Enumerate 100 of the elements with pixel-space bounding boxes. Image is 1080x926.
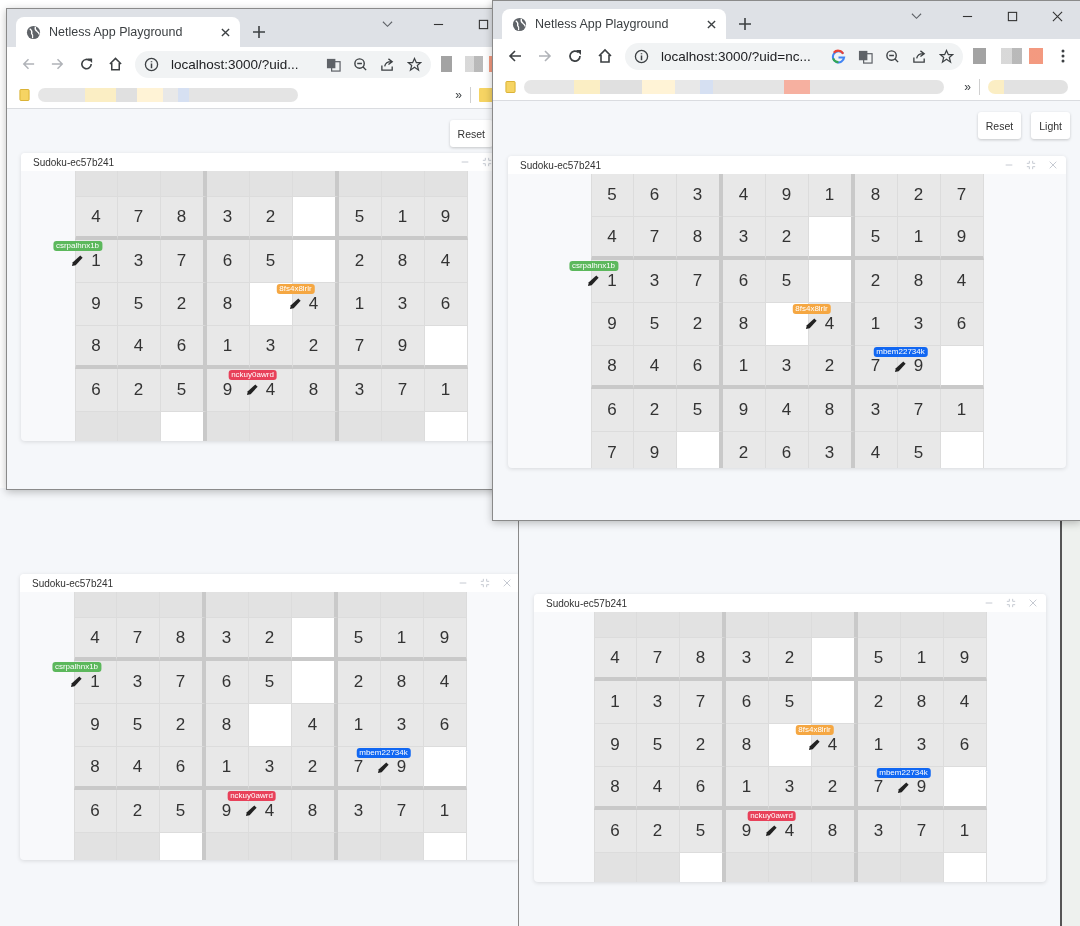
sudoku-cell[interactable]: 3 <box>249 326 293 369</box>
sudoku-cell[interactable]: 7 <box>900 810 944 853</box>
sudoku-cell[interactable]: 3 <box>722 217 766 260</box>
sudoku-cell[interactable]: 6 <box>73 790 117 833</box>
sudoku-cell[interactable]: 2 <box>633 389 677 432</box>
sudoku-cell[interactable]: 6 <box>159 747 206 790</box>
sudoku-cell[interactable]: 3 <box>205 618 249 661</box>
sudoku-cell[interactable]: 2 <box>676 303 723 346</box>
sudoku-cell[interactable]: 8 <box>206 283 250 326</box>
sudoku-cell[interactable]: 6 <box>725 681 769 724</box>
sudoku-cell[interactable]: 8 <box>593 767 637 810</box>
sudoku-cell[interactable]: 6 <box>940 303 984 346</box>
sudoku-cell[interactable]: 3 <box>900 724 944 767</box>
sudoku-cell[interactable]: 5 <box>337 618 381 661</box>
sudoku-cell[interactable]: 7 <box>636 638 680 681</box>
sudoku-cell[interactable]: 3 <box>116 661 160 704</box>
sudoku-cell[interactable]: 2 <box>768 638 812 681</box>
sudoku-cell[interactable]: 5 <box>857 638 901 681</box>
sudoku-cell[interactable]: 4 <box>117 326 161 369</box>
sudoku-cell[interactable]: 1 <box>338 283 382 326</box>
sudoku-cell[interactable]: 4 <box>424 240 468 283</box>
sudoku-cell[interactable]: 5 <box>768 681 812 724</box>
sudoku-cell[interactable]: 1 <box>380 618 424 661</box>
sudoku-cell[interactable]: 7 <box>160 240 207 283</box>
sudoku-cell[interactable]: 6 <box>205 661 249 704</box>
more-bookmarks-button[interactable]: » <box>455 87 462 102</box>
sudoku-cell[interactable]: 1 <box>593 681 637 724</box>
sudoku-cell[interactable]: 1 <box>381 197 425 240</box>
sudoku-cell[interactable]: 4 <box>854 432 898 468</box>
sudoku-cell[interactable]: 9 <box>381 326 425 369</box>
sudoku-cell[interactable]: 2 <box>636 810 680 853</box>
sudoku-cell[interactable]: 4 <box>722 174 766 217</box>
sudoku-cell[interactable]: 3 <box>854 389 898 432</box>
sudoku-cell[interactable]: 6 <box>722 260 766 303</box>
sudoku-cell[interactable]: 3 <box>808 432 855 468</box>
sudoku-cell[interactable]: 5 <box>676 389 723 432</box>
sudoku-cell[interactable]: 5 <box>636 724 680 767</box>
toolbar-button[interactable]: Reset <box>977 112 1022 139</box>
sudoku-cell[interactable]: 2 <box>291 747 338 790</box>
sudoku-cell[interactable]: 9 <box>940 217 984 260</box>
browser-tab[interactable]: Netless App Playground <box>502 9 726 39</box>
sudoku-cell[interactable]: 8 <box>854 174 898 217</box>
sudoku-cell[interactable]: 8 <box>722 303 766 346</box>
sudoku-cell[interactable]: 8 <box>292 369 339 412</box>
sudoku-cell[interactable]: 1 <box>943 810 987 853</box>
sudoku-cell[interactable]: 4 <box>633 346 677 389</box>
sudoku-cell[interactable]: 5 <box>117 283 161 326</box>
sudoku-cell[interactable]: 3 <box>676 174 723 217</box>
sudoku-cell[interactable]: 8 <box>808 389 855 432</box>
sudoku-cell[interactable]: 4 <box>943 681 987 724</box>
sudoku-cell[interactable]: 4 <box>291 704 338 747</box>
sudoku-cell[interactable]: 1 <box>205 747 249 790</box>
sudoku-cell[interactable]: 7 <box>338 326 382 369</box>
sudoku-cell[interactable]: 2 <box>897 174 941 217</box>
sudoku-cell[interactable]: 1 <box>424 369 468 412</box>
sudoku-cell[interactable]: 5 <box>249 240 293 283</box>
sudoku-cell[interactable]: 9 <box>633 432 677 468</box>
sudoku-cell[interactable]: 9 <box>722 389 766 432</box>
sudoku-cell[interactable]: 8 <box>900 681 944 724</box>
sudoku-cell[interactable]: 3 <box>337 790 381 833</box>
sudoku-cell[interactable]: 8 <box>676 217 723 260</box>
sudoku-cell[interactable]: 9 <box>423 618 467 661</box>
sudoku-cell[interactable]: 1 <box>725 767 769 810</box>
sudoku-cell[interactable]: 2 <box>292 326 339 369</box>
sudoku-cell[interactable]: 1 <box>854 303 898 346</box>
sudoku-cell[interactable]: 8 <box>725 724 769 767</box>
sudoku-cell[interactable]: 8 <box>159 618 206 661</box>
sudoku-cell[interactable]: 3 <box>633 260 677 303</box>
sudoku-cell[interactable]: 8 <box>205 704 249 747</box>
sudoku-cell[interactable]: 5 <box>160 369 207 412</box>
sudoku-cell[interactable]: 8 <box>590 346 634 389</box>
sudoku-cell[interactable]: 3 <box>636 681 680 724</box>
sudoku-cell[interactable]: 5 <box>897 432 941 468</box>
sudoku-cell[interactable]: 2 <box>248 618 292 661</box>
sudoku-cell[interactable]: 2 <box>765 217 809 260</box>
sudoku-cell[interactable]: 5 <box>633 303 677 346</box>
sudoku-cell[interactable]: 6 <box>676 346 723 389</box>
sudoku-cell[interactable]: 8 <box>74 326 118 369</box>
sudoku-cell[interactable]: 8 <box>380 661 424 704</box>
sudoku-cell[interactable]: 3 <box>857 810 901 853</box>
sudoku-cell[interactable]: 6 <box>74 369 118 412</box>
sudoku-cell[interactable]: 9 <box>74 283 118 326</box>
sudoku-cell[interactable]: 3 <box>380 704 424 747</box>
sudoku-cell[interactable]: 6 <box>160 326 207 369</box>
sudoku-cell[interactable]: 4 <box>593 638 637 681</box>
sudoku-cell[interactable]: 4 <box>73 618 117 661</box>
sudoku-cell[interactable]: 1 <box>423 790 467 833</box>
sudoku-cell[interactable]: 4 <box>74 197 118 240</box>
sudoku-cell[interactable]: 2 <box>811 767 858 810</box>
sudoku-cell[interactable]: 7 <box>159 661 206 704</box>
sudoku-cell[interactable]: 7 <box>590 432 634 468</box>
sudoku-cell[interactable]: 6 <box>423 704 467 747</box>
sudoku-cell[interactable]: 3 <box>725 638 769 681</box>
sudoku-cell[interactable]: 1 <box>337 704 381 747</box>
sudoku-cell[interactable]: 4 <box>423 661 467 704</box>
sudoku-cell[interactable]: 2 <box>117 369 161 412</box>
sudoku-cell[interactable]: 2 <box>857 681 901 724</box>
sudoku-cell[interactable]: 6 <box>206 240 250 283</box>
sudoku-cell[interactable]: 6 <box>590 389 634 432</box>
sudoku-cell[interactable]: 5 <box>590 174 634 217</box>
